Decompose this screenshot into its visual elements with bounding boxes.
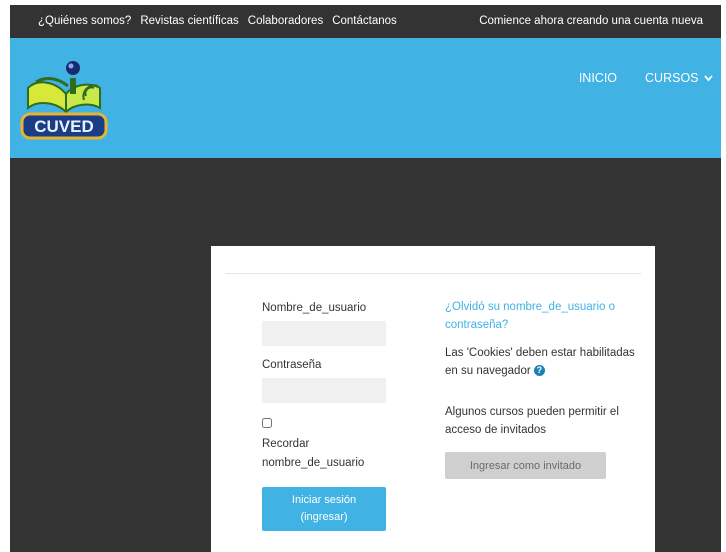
- top-link-contact[interactable]: Contáctanos: [332, 15, 397, 27]
- top-link-journals[interactable]: Revistas científicas: [140, 15, 238, 27]
- site-header: CUVED INICIO CURSOS: [10, 38, 721, 158]
- logo-text: CUVED: [34, 117, 94, 136]
- main-nav: INICIO CURSOS: [579, 71, 713, 85]
- nav-home[interactable]: INICIO: [579, 71, 617, 85]
- page-frame: ¿Quiénes somos? Revistas científicas Col…: [10, 5, 721, 552]
- remember-checkbox[interactable]: [262, 418, 272, 428]
- username-input[interactable]: [262, 321, 386, 346]
- guest-notice: Algunos cursos pueden permitir el acceso…: [445, 406, 619, 436]
- username-label: Nombre_de_usuario: [262, 302, 367, 314]
- guest-login-button[interactable]: Ingresar como invitado: [445, 452, 606, 479]
- login-card: Nombre_de_usuario Contraseña Recordar no…: [211, 246, 655, 552]
- password-label: Contraseña: [262, 359, 322, 371]
- signup-link[interactable]: Comience ahora creando una cuenta nueva: [479, 15, 703, 27]
- login-button[interactable]: Iniciar sesión (ingresar): [262, 487, 386, 531]
- cuved-logo[interactable]: CUVED: [16, 48, 112, 144]
- top-link-about[interactable]: ¿Quiénes somos?: [38, 15, 131, 27]
- card-divider: [225, 273, 641, 274]
- chevron-down-icon: [704, 75, 713, 82]
- cookies-notice: Las 'Cookies' deben estar habilitadas en…: [445, 344, 635, 380]
- remember-label: Recordar nombre_de_usuario: [262, 438, 365, 469]
- forgot-password-link[interactable]: ¿Olvidó su nombre_de_usuario o contraseñ…: [445, 298, 635, 334]
- top-link-collaborators[interactable]: Colaboradores: [248, 15, 323, 27]
- nav-courses-label: CURSOS: [645, 71, 699, 85]
- password-input[interactable]: [262, 378, 386, 403]
- nav-courses[interactable]: CURSOS: [645, 71, 713, 85]
- top-bar: ¿Quiénes somos? Revistas científicas Col…: [10, 5, 721, 38]
- top-nav: ¿Quiénes somos? Revistas científicas Col…: [38, 15, 397, 27]
- question-circle-icon[interactable]: ?: [533, 365, 545, 377]
